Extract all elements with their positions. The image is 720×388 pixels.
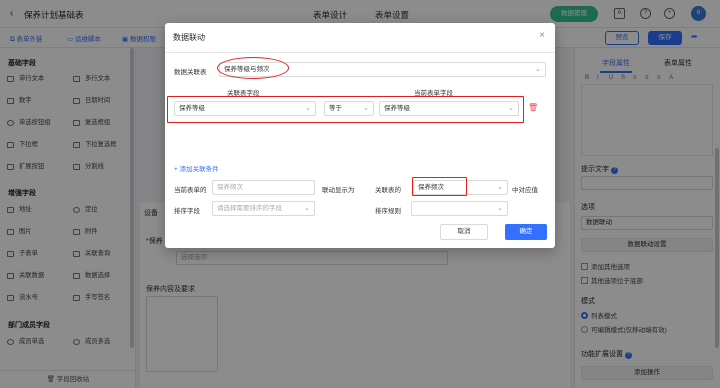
close-icon[interactable]: × <box>539 30 545 41</box>
highlight-link-table-field <box>412 177 467 196</box>
current-form-label: 当前表单的 <box>174 187 207 194</box>
chevron-down-icon: ⌄ <box>497 184 503 191</box>
link-table-of-label: 关联表的 <box>375 187 401 194</box>
confirm-button[interactable]: 确定 <box>505 224 547 240</box>
sort-rule-select[interactable]: ⌄ <box>411 201 508 216</box>
sort-field-placeholder: 请选择需要排序的字段 <box>217 205 282 212</box>
current-form-field-select[interactable]: 保养频次 <box>212 180 315 195</box>
cancel-button[interactable]: 取消 <box>440 224 488 240</box>
display-as-label: 联动显示为 <box>322 187 355 194</box>
add-condition-link[interactable]: + 添加关联条件 <box>174 163 219 173</box>
highlight-condition-row <box>167 96 524 123</box>
highlight-link-table <box>217 57 289 79</box>
chevron-down-icon: ⌄ <box>535 66 541 73</box>
sort-rule-label: 排序规则 <box>375 208 401 215</box>
corresponding-value-label: 中对应值 <box>512 187 538 194</box>
delete-icon[interactable]: 🗑 <box>528 103 538 112</box>
sort-field-label: 排序字段 <box>174 208 200 215</box>
chevron-down-icon: ⌄ <box>304 205 310 212</box>
dialog-title: 数据联动 <box>173 33 205 42</box>
data-linkage-dialog: 数据联动 × 数据关联表 保养等级与频次 ⌄ 关联表字段 当前表单字段 保养等级… <box>165 23 555 248</box>
sort-field-select[interactable]: 请选择需要排序的字段 ⌄ <box>212 201 315 216</box>
dialog-divider <box>165 52 555 53</box>
link-table-label: 数据关联表 <box>174 69 207 76</box>
chevron-down-icon: ⌄ <box>497 205 503 212</box>
